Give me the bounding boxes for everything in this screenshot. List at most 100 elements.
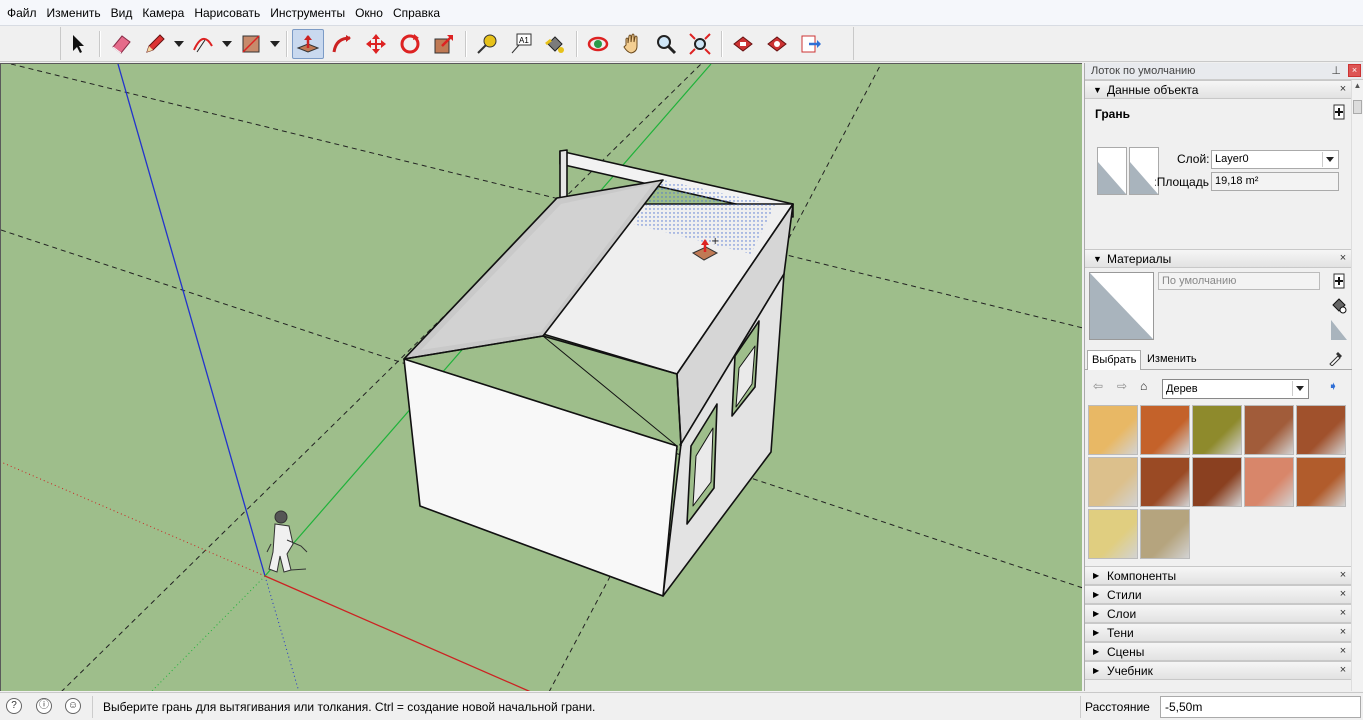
measurement-box[interactable]: -5,50m [1160,696,1361,718]
tab-select[interactable]: Выбрать [1087,350,1142,370]
warehouse-button[interactable] [727,29,759,59]
close-panel-icon[interactable]: × [1337,627,1349,639]
push-pull-tool-button[interactable] [292,28,324,59]
expand-triangle-icon: ▶ [1093,647,1100,656]
status-bar: ? ⓘ ☺ Выберите грань для вытягивания или… [0,692,1363,720]
material-swatch[interactable] [1296,457,1346,507]
default-material-icon[interactable] [1331,320,1347,340]
rotate-tool-button[interactable] [394,29,426,59]
material-swatch[interactable] [1140,457,1190,507]
menu-draw[interactable]: Нарисовать [189,0,265,26]
text-tool-button[interactable]: A1 [505,29,537,59]
arc-tool-button[interactable] [187,29,219,59]
blue-axis-dotted [264,575,300,691]
close-panel-icon[interactable]: × [1337,608,1349,620]
move-tool-button[interactable] [360,29,392,59]
tape-measure-tool-button[interactable] [471,29,503,59]
material-swatch[interactable] [1088,405,1138,455]
collapsed-panel-header[interactable]: ▶ Стили × [1085,585,1351,604]
forward-arrow-icon[interactable]: ⇨ [1117,379,1127,393]
collapsed-panel-header[interactable]: ▶ Слои × [1085,604,1351,623]
tray-scrollbar[interactable]: ▲ [1351,80,1363,691]
entity-info-panel-header[interactable]: ▼ Данные объекта × [1085,80,1351,99]
front-face-material-swatch[interactable] [1097,147,1127,195]
material-swatch[interactable] [1192,405,1242,455]
tray-title: Лоток по умолчанию [1091,65,1196,77]
tab-edit[interactable]: Изменить [1143,350,1201,370]
user-account-icon[interactable]: ☺ [65,698,81,714]
zoom-extents-icon [689,32,711,55]
credits-info-icon[interactable]: ⓘ [36,698,52,714]
eraser-tool-button[interactable] [105,29,137,59]
back-arrow-icon[interactable]: ⇦ [1093,379,1103,393]
material-swatch[interactable] [1192,457,1242,507]
material-swatch[interactable] [1088,457,1138,507]
arc-tool-dropdown[interactable] [220,29,234,59]
menu-window[interactable]: Окно [350,0,388,26]
collection-select[interactable]: Дерев [1162,379,1309,399]
paint-bucket-icon[interactable] [1331,296,1347,314]
close-panel-icon[interactable]: × [1337,646,1349,658]
close-panel-icon[interactable]: × [1337,570,1349,582]
create-material-icon[interactable] [1331,272,1347,290]
pencil-tool-button[interactable] [139,29,171,59]
panel-title: Стили [1107,588,1142,602]
scale-icon [434,34,453,53]
pencil-tool-dropdown[interactable] [172,29,186,59]
shapes-tool-button[interactable] [235,29,267,59]
collapsed-panel-header[interactable]: ▶ Тени × [1085,623,1351,642]
pan-tool-button[interactable] [616,29,648,59]
material-swatch[interactable] [1244,457,1294,507]
menu-file[interactable]: Файл [2,0,42,26]
entity-info-panel: Грань Слой: Layer0 Площадь: 19,18 m² [1085,99,1351,249]
tape-measure-icon [477,34,497,54]
zoom-extents-tool-button[interactable] [684,29,716,59]
close-tray-button[interactable]: × [1348,64,1361,77]
menu-edit[interactable]: Изменить [42,0,106,26]
material-swatch[interactable] [1088,509,1138,559]
area-field: 19,18 m² [1211,172,1339,191]
pin-icon[interactable]: ⊥ [1331,63,1341,80]
material-swatch[interactable] [1296,405,1346,455]
shapes-tool-dropdown[interactable] [268,29,282,59]
close-panel-icon[interactable]: × [1337,84,1349,96]
menu-view[interactable]: Вид [106,0,138,26]
orbit-tool-button[interactable] [582,29,614,59]
select-tool-button[interactable] [62,29,94,59]
warehouse-icon [733,35,753,52]
menu-tools[interactable]: Инструменты [265,0,350,26]
close-panel-icon[interactable]: × [1337,665,1349,677]
layer-select[interactable]: Layer0 [1211,150,1339,169]
material-swatch[interactable] [1244,405,1294,455]
scrollbar-thumb[interactable] [1353,100,1362,114]
close-panel-icon[interactable]: × [1337,589,1349,601]
material-swatch[interactable] [1140,405,1190,455]
scroll-up-icon[interactable]: ▲ [1352,80,1363,92]
follow-me-icon [332,34,351,52]
materials-panel-header[interactable]: ▼ Материалы × [1085,249,1351,268]
zoom-tool-button[interactable] [650,29,682,59]
follow-me-tool-button[interactable] [326,29,358,59]
close-panel-icon[interactable]: × [1337,253,1349,265]
area-label: Площадь: [1155,175,1209,189]
paint-bucket-icon [545,35,564,53]
extension-warehouse-button[interactable] [761,29,793,59]
scale-tool-button[interactable] [428,29,460,59]
send-to-layout-button[interactable] [795,29,827,59]
home-icon[interactable]: ⌂ [1140,379,1147,393]
toggle-details-icon[interactable] [1331,103,1347,121]
details-arrow-icon[interactable]: ➧ [1328,379,1338,393]
collapsed-panel-header[interactable]: ▶ Компоненты × [1085,566,1351,585]
material-swatch[interactable] [1140,509,1190,559]
material-name-field[interactable]: По умолчанию [1158,272,1320,290]
rotate-icon [400,33,420,53]
menu-camera[interactable]: Камера [137,0,189,26]
geo-location-icon[interactable]: ? [6,698,22,714]
paint-bucket-tool-button[interactable] [539,29,571,59]
collapsed-panel-header[interactable]: ▶ Учебник × [1085,661,1351,680]
menu-help[interactable]: Справка [388,0,445,26]
modeling-viewport[interactable]: + [0,63,1082,691]
eyedropper-icon[interactable] [1328,348,1344,367]
green-axis-dotted [151,575,266,691]
collapsed-panel-header[interactable]: ▶ Сцены × [1085,642,1351,661]
